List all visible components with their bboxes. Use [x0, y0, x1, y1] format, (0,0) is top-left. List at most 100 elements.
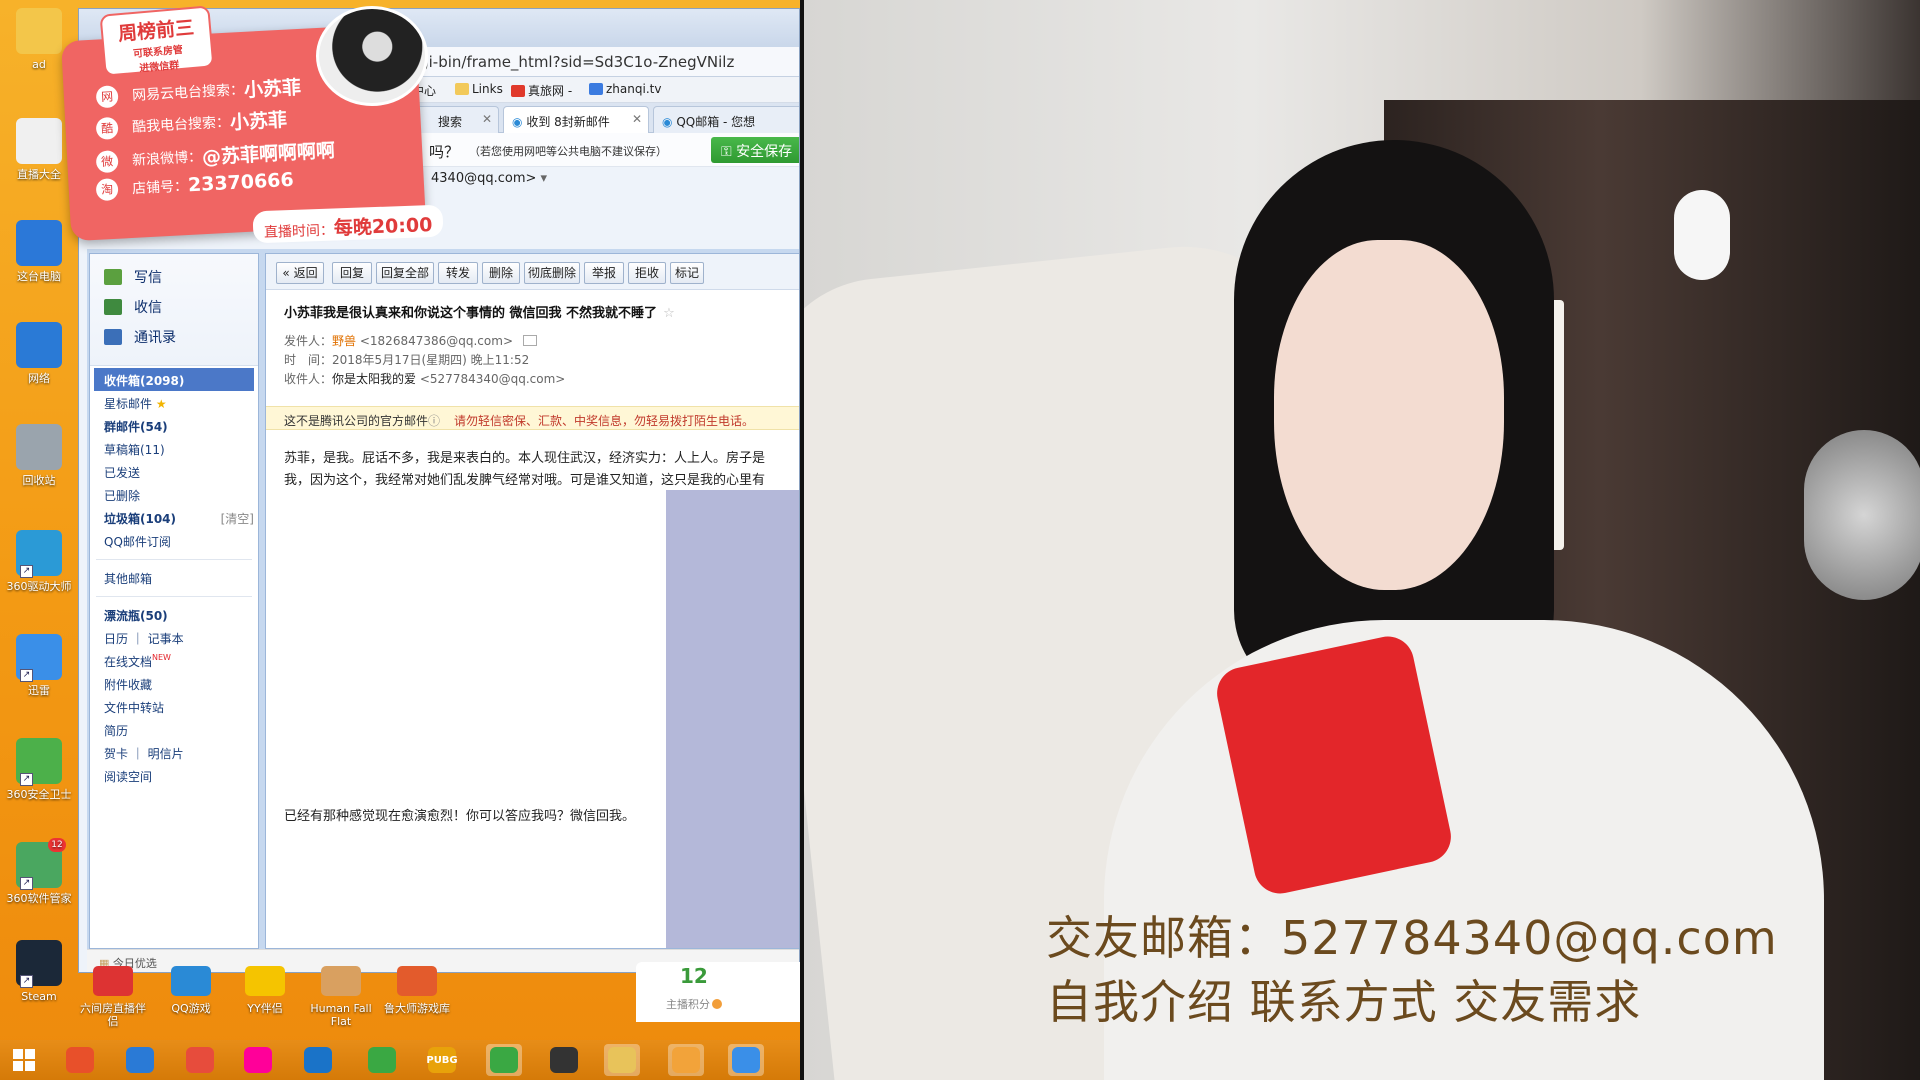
- desktop-shortcut[interactable]: 回收站: [2, 424, 76, 487]
- folder-item[interactable]: 垃圾箱(104) [清空]: [90, 506, 258, 529]
- mail-recipient: 收件人：你是太阳我的爱 <527784340@qq.com>: [284, 370, 565, 387]
- 360-browser-taskbar-icon[interactable]: [364, 1044, 400, 1076]
- software-manager-icon: 12 ↗: [16, 838, 66, 890]
- favorite-label: Links: [472, 82, 503, 96]
- safe-save-button[interactable]: ⚿ 安全保存: [711, 137, 799, 163]
- folder-item[interactable]: 附件收藏: [90, 672, 258, 695]
- desktop-shortcut[interactable]: ↗ 360驱动大师: [2, 530, 76, 593]
- star-icon[interactable]: ☆: [663, 306, 675, 321]
- desktop-shortcut[interactable]: 12 ↗ 360软件管家: [2, 838, 76, 905]
- shortcut-arrow-icon: ↗: [20, 877, 33, 890]
- explorer-taskbar-icon[interactable]: [604, 1044, 640, 1076]
- folder-item[interactable]: 收件箱(2098): [94, 368, 254, 391]
- folder-item[interactable]: QQ邮件订阅: [90, 529, 258, 552]
- kuwo-icon: 酷: [95, 116, 119, 140]
- toolbar-button[interactable]: 举报: [584, 262, 624, 284]
- folder-item[interactable]: 群邮件(54): [90, 414, 258, 437]
- tab-inbox[interactable]: ◉ 收到 8封新邮件 ✕: [503, 106, 649, 133]
- favorite-zhanqi[interactable]: zhanqi.tv: [589, 82, 661, 96]
- phishing-warning: 这不是腾讯公司的官方邮件ⓘ 请勿轻信密保、汇款、中奖信息，勿轻易拨打陌生电话。: [266, 406, 799, 430]
- chat-taskbar-icon[interactable]: [668, 1044, 704, 1076]
- nav-contacts[interactable]: 通讯录: [104, 322, 258, 352]
- toolbar-button[interactable]: 拒收: [628, 262, 666, 284]
- chevron-down-icon[interactable]: ▾: [536, 171, 548, 186]
- obs-taskbar-icon[interactable]: [546, 1044, 582, 1076]
- points-info-icon[interactable]: [712, 999, 722, 1009]
- desktop-shortcut[interactable]: ↗ 迅雷: [2, 634, 76, 697]
- favorite-label: zhanqi.tv: [606, 82, 662, 96]
- toolbar-button[interactable]: 彻底删除: [524, 262, 580, 284]
- desktop-shortcut-label: 360软件管家: [6, 892, 72, 905]
- promo-label: 酷我电台搜索：: [131, 114, 231, 136]
- desktop-shortcut[interactable]: ↗ 360安全卫士: [2, 738, 76, 801]
- app-icon: PUBG: [426, 1047, 458, 1073]
- network-taskbar-icon[interactable]: [122, 1044, 158, 1076]
- desktop-shortcut[interactable]: QQ游戏: [158, 966, 224, 1015]
- contact-card-icon[interactable]: [522, 335, 537, 346]
- points-value: 12: [680, 964, 708, 988]
- tab-qqmail[interactable]: ◉ QQ邮箱 - 您想: [653, 106, 799, 133]
- close-icon[interactable]: ✕: [632, 112, 642, 126]
- folder-item[interactable]: 在线文档NEW: [90, 649, 258, 672]
- folder-item[interactable]: 简历: [90, 718, 258, 741]
- desktop-shortcut[interactable]: 鲁大师游戏库: [384, 966, 450, 1015]
- folder-item[interactable]: 阅读空间: [90, 764, 258, 787]
- toolbar-button[interactable]: 删除: [482, 262, 520, 284]
- desktop-shortcut[interactable]: YY伴侣: [232, 966, 298, 1015]
- toolbar-button[interactable]: 转发: [438, 262, 478, 284]
- pubg-taskbar-icon[interactable]: PUBG: [424, 1044, 460, 1076]
- browser-taskbar-icon[interactable]: [62, 1044, 98, 1076]
- folder-label: 已删除: [104, 489, 141, 503]
- receive-icon: [104, 299, 122, 315]
- promo-value: 小苏菲: [229, 109, 288, 134]
- account-email[interactable]: 4340@qq.com> ▾: [431, 171, 547, 186]
- close-icon[interactable]: ✕: [482, 112, 492, 126]
- toolbar-button[interactable]: 回复: [332, 262, 372, 284]
- camera-taskbar-icon[interactable]: [300, 1044, 336, 1076]
- help-icon[interactable]: ⓘ: [428, 414, 440, 428]
- photos-taskbar-icon[interactable]: [240, 1044, 276, 1076]
- thunder-taskbar-icon[interactable]: [728, 1044, 764, 1076]
- mail-sidebar: 写信收信通讯录 收件箱(2098) 星标邮件 ★ 群邮件(54) 草稿箱(11) 已发送…: [89, 253, 259, 949]
- desktop-shortcut[interactable]: ↗ Steam: [2, 940, 76, 1003]
- folder-item[interactable]: 已删除: [90, 483, 258, 506]
- chrome-taskbar-icon[interactable]: [182, 1044, 218, 1076]
- empty-trash-link[interactable]: [清空]: [221, 510, 254, 527]
- mail-body-line-1: 苏菲，是我。屁话不多，我是来表白的。本人现住武汉，经济实力：人上人。房子是: [284, 451, 766, 466]
- start-button[interactable]: [6, 1044, 42, 1076]
- tab-label: 搜索: [438, 115, 463, 129]
- recipient-name: 你是太阳我的爱: [332, 372, 417, 386]
- points-label-text: 主播积分: [666, 998, 710, 1011]
- folder-label: 已发送: [104, 466, 141, 480]
- favorite-links[interactable]: Links: [455, 82, 503, 96]
- nav-label: 收信: [134, 300, 162, 316]
- folder-item[interactable]: 其他邮箱: [90, 566, 258, 589]
- desktop-shortcut[interactable]: 网络: [2, 322, 76, 385]
- update-taskbar-icon[interactable]: [486, 1044, 522, 1076]
- safe-save-label: 安全保存: [736, 144, 793, 160]
- nav-receive[interactable]: 收信: [104, 292, 258, 322]
- sender-name[interactable]: 野兽: [332, 334, 356, 348]
- toolbar-button[interactable]: « 返回: [276, 262, 324, 284]
- folder-item[interactable]: 漂流瓶(50): [90, 603, 258, 626]
- promo-label: 店铺号：: [131, 178, 189, 198]
- tab-label: 收到 8封新邮件: [526, 115, 610, 129]
- nav-compose[interactable]: 写信: [104, 262, 258, 292]
- desktop-shortcut-label: 鲁大师游戏库: [384, 1002, 450, 1015]
- desktop-shortcut[interactable]: Human Fall Flat: [308, 966, 374, 1028]
- toolbar-button[interactable]: 标记: [670, 262, 704, 284]
- folder-item[interactable]: 日历 ｜ 记事本: [90, 626, 258, 649]
- desktop-shortcut[interactable]: 六间房直播伴侣: [80, 966, 146, 1028]
- shortcut-arrow-icon: ↗: [20, 565, 33, 578]
- mail-body-line-2: 我，因为这个，我经常对她们乱发脾气经常对哦。可是谁又知道，这只是我的心里有: [284, 473, 766, 488]
- weekly-rank-badge: 周榜前三 可联系房管 进微信群: [99, 5, 215, 77]
- toolbar-button[interactable]: 回复全部: [376, 262, 434, 284]
- folder-item[interactable]: 星标邮件 ★: [90, 391, 258, 414]
- folder-item[interactable]: 贺卡 ｜ 明信片: [90, 741, 258, 764]
- folder-item[interactable]: 已发送: [90, 460, 258, 483]
- folder-label: 群邮件(54): [104, 420, 168, 434]
- folder-item[interactable]: 草稿箱(11): [90, 437, 258, 460]
- folder-label: 贺卡 ｜ 明信片: [104, 747, 184, 761]
- favorite-travel[interactable]: 真旅网 -: [511, 82, 572, 99]
- folder-item[interactable]: 文件中转站: [90, 695, 258, 718]
